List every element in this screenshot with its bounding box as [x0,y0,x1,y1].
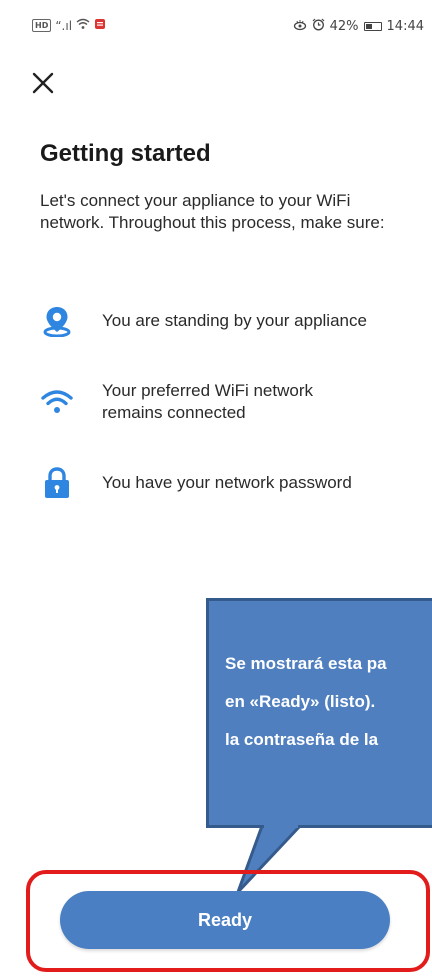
callout-join [264,818,298,828]
ready-button[interactable]: Ready [60,891,390,949]
